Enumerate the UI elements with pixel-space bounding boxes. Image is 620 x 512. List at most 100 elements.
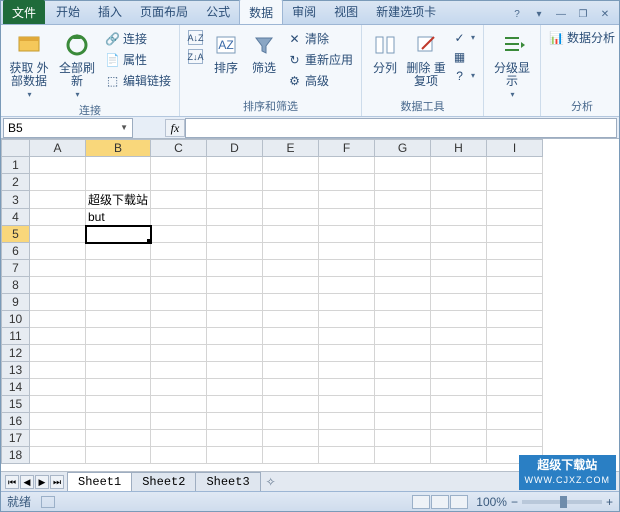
sort-button[interactable]: AZ 排序 bbox=[209, 28, 243, 75]
prev-sheet-icon[interactable]: ◀ bbox=[20, 475, 34, 489]
cell[interactable] bbox=[263, 243, 319, 260]
new-sheet-button[interactable]: ✧ bbox=[261, 475, 281, 489]
col-header[interactable]: E bbox=[263, 140, 319, 157]
row-header[interactable]: 8 bbox=[2, 277, 30, 294]
cell[interactable] bbox=[319, 311, 375, 328]
cell[interactable] bbox=[30, 174, 86, 191]
cell[interactable] bbox=[30, 447, 86, 464]
cell[interactable] bbox=[487, 413, 543, 430]
cell[interactable] bbox=[86, 311, 151, 328]
cell[interactable] bbox=[319, 174, 375, 191]
cell[interactable] bbox=[263, 328, 319, 345]
cell[interactable] bbox=[86, 260, 151, 277]
col-header[interactable]: D bbox=[207, 140, 263, 157]
cell[interactable] bbox=[151, 430, 207, 447]
cell[interactable] bbox=[30, 362, 86, 379]
data-analysis-button[interactable]: 📊数据分析 bbox=[547, 28, 617, 47]
cell[interactable] bbox=[151, 294, 207, 311]
grid[interactable]: ABCDEFGHI123超级下载站4but5678910111213141516… bbox=[1, 139, 543, 464]
text-to-columns-button[interactable]: 分列 bbox=[368, 28, 402, 75]
cell[interactable] bbox=[319, 226, 375, 243]
reapply-button[interactable]: ↻重新应用 bbox=[285, 50, 355, 69]
cell[interactable] bbox=[207, 379, 263, 396]
close-icon[interactable]: ✕ bbox=[597, 8, 613, 22]
cell[interactable] bbox=[319, 396, 375, 413]
cell[interactable] bbox=[319, 191, 375, 209]
tab-插入[interactable]: 插入 bbox=[89, 0, 131, 24]
cell[interactable] bbox=[431, 174, 487, 191]
whatif-icon[interactable]: ?▾ bbox=[450, 67, 477, 84]
cell[interactable] bbox=[487, 294, 543, 311]
help-icon[interactable]: ? bbox=[509, 8, 525, 22]
cell[interactable] bbox=[263, 311, 319, 328]
advanced-button[interactable]: ⚙高级 bbox=[285, 71, 355, 90]
cell[interactable] bbox=[375, 379, 431, 396]
cell[interactable] bbox=[319, 157, 375, 174]
remove-duplicates-button[interactable]: 删除 重复项 bbox=[406, 28, 446, 88]
cell[interactable] bbox=[431, 311, 487, 328]
cell[interactable] bbox=[319, 430, 375, 447]
cell[interactable] bbox=[207, 243, 263, 260]
cell[interactable] bbox=[86, 328, 151, 345]
cell[interactable] bbox=[487, 396, 543, 413]
macro-record-icon[interactable] bbox=[41, 496, 55, 508]
cell[interactable] bbox=[431, 157, 487, 174]
cell[interactable] bbox=[431, 191, 487, 209]
minimize-icon[interactable]: — bbox=[553, 8, 569, 22]
cell[interactable] bbox=[431, 277, 487, 294]
cell[interactable] bbox=[263, 209, 319, 226]
tab-新建选项卡[interactable]: 新建选项卡 bbox=[367, 0, 445, 24]
cell[interactable] bbox=[207, 260, 263, 277]
cell[interactable] bbox=[319, 243, 375, 260]
chevron-down-icon[interactable]: ▼ bbox=[120, 123, 128, 132]
cell[interactable] bbox=[375, 328, 431, 345]
cell[interactable] bbox=[207, 226, 263, 243]
cell[interactable] bbox=[431, 345, 487, 362]
cell[interactable] bbox=[86, 277, 151, 294]
col-header[interactable]: G bbox=[375, 140, 431, 157]
cell[interactable] bbox=[319, 413, 375, 430]
tab-页面布局[interactable]: 页面布局 bbox=[131, 0, 197, 24]
cell[interactable] bbox=[86, 243, 151, 260]
cell[interactable] bbox=[86, 447, 151, 464]
refresh-all-button[interactable]: 全部刷新▾ bbox=[55, 28, 99, 101]
cell[interactable] bbox=[151, 174, 207, 191]
cell[interactable] bbox=[151, 243, 207, 260]
cell[interactable] bbox=[263, 345, 319, 362]
tab-审阅[interactable]: 审阅 bbox=[283, 0, 325, 24]
cell[interactable] bbox=[375, 447, 431, 464]
cell[interactable] bbox=[263, 430, 319, 447]
formula-input[interactable] bbox=[185, 118, 617, 138]
cell[interactable] bbox=[30, 209, 86, 226]
consolidate-icon[interactable]: ▦ bbox=[450, 48, 477, 65]
filter-button[interactable]: 筛选 bbox=[247, 28, 281, 75]
cell[interactable] bbox=[319, 447, 375, 464]
cell[interactable] bbox=[207, 430, 263, 447]
cell[interactable] bbox=[30, 191, 86, 209]
row-header[interactable]: 5 bbox=[2, 226, 30, 243]
cell[interactable] bbox=[30, 345, 86, 362]
cell[interactable] bbox=[30, 413, 86, 430]
cell[interactable] bbox=[207, 328, 263, 345]
cell[interactable] bbox=[319, 328, 375, 345]
zoom-control[interactable]: 100% − + bbox=[476, 495, 613, 509]
cell[interactable] bbox=[431, 209, 487, 226]
cell[interactable] bbox=[375, 191, 431, 209]
cell[interactable] bbox=[375, 413, 431, 430]
row-header[interactable]: 3 bbox=[2, 191, 30, 209]
cell[interactable] bbox=[431, 260, 487, 277]
cell[interactable] bbox=[207, 345, 263, 362]
cell[interactable] bbox=[431, 447, 487, 464]
cell[interactable]: 超级下载站 bbox=[86, 191, 151, 209]
row-header[interactable]: 1 bbox=[2, 157, 30, 174]
col-header[interactable]: C bbox=[151, 140, 207, 157]
cell[interactable] bbox=[86, 413, 151, 430]
cell[interactable] bbox=[375, 226, 431, 243]
cell[interactable] bbox=[30, 277, 86, 294]
cell[interactable] bbox=[263, 191, 319, 209]
cell[interactable] bbox=[319, 277, 375, 294]
row-header[interactable]: 11 bbox=[2, 328, 30, 345]
col-header[interactable]: A bbox=[30, 140, 86, 157]
cell[interactable] bbox=[30, 260, 86, 277]
cell[interactable] bbox=[86, 157, 151, 174]
